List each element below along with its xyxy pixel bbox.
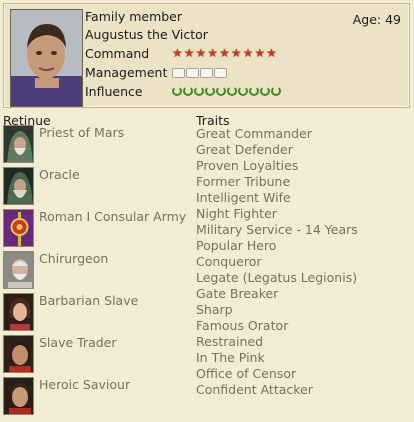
influence-laurel-icon	[271, 86, 281, 96]
influence-laurel-icon	[183, 86, 193, 96]
slave-portrait-icon[interactable]	[3, 293, 34, 331]
retinue-item-label: Priest of Mars	[39, 125, 125, 140]
retinue-item[interactable]: Roman I Consular Army	[3, 209, 193, 247]
influence-laurel-icon	[249, 86, 259, 96]
retinue-item-label: Oracle	[39, 167, 80, 182]
retinue-item[interactable]: Heroic Saviour	[3, 377, 193, 415]
trait-item[interactable]: Office of Censor	[196, 366, 296, 381]
management-scroll-icon	[172, 68, 185, 78]
trait-item[interactable]: Popular Hero	[196, 238, 276, 253]
command-star-icon: ★	[230, 46, 242, 60]
priest-portrait-icon[interactable]	[3, 125, 34, 163]
trait-item[interactable]: Intelligent Wife	[196, 190, 291, 205]
influence-laurel-icon	[227, 86, 237, 96]
trait-item[interactable]: Former Tribune	[196, 174, 290, 189]
trait-item[interactable]: Confident Attacker	[196, 382, 313, 397]
influence-laurels	[172, 86, 281, 96]
command-star-icon: ★	[207, 46, 219, 60]
command-stars: ★ ★ ★ ★ ★ ★ ★ ★ ★	[172, 47, 277, 59]
trait-item[interactable]: Legate (Legatus Legionis)	[196, 270, 357, 285]
character-header-panel: Family member Age: 49 Augustus the Victo…	[3, 3, 410, 108]
character-role: Family member	[85, 9, 183, 24]
command-star-icon: ★	[183, 46, 195, 60]
command-star-icon: ★	[242, 46, 254, 60]
trait-item[interactable]: In The Pink	[196, 350, 265, 365]
management-scroll-icon	[186, 68, 199, 78]
command-star-icon: ★	[195, 46, 207, 60]
trait-item[interactable]: Night Fighter	[196, 206, 277, 221]
age-label: Age:	[352, 12, 382, 27]
command-label: Command	[85, 46, 150, 61]
trait-item[interactable]: Conqueror	[196, 254, 262, 269]
influence-laurel-icon	[194, 86, 204, 96]
trait-item[interactable]: Gate Breaker	[196, 286, 278, 301]
trait-item[interactable]: Military Service - 14 Years	[196, 222, 358, 237]
character-portrait-icon	[11, 10, 82, 106]
retinue-item[interactable]: Oracle	[3, 167, 193, 205]
trait-item[interactable]: Famous Orator	[196, 318, 288, 333]
trait-item[interactable]: Sharp	[196, 302, 233, 317]
age-value: 49	[385, 12, 401, 27]
command-star-icon: ★	[254, 46, 266, 60]
retinue-item[interactable]: Slave Trader	[3, 335, 193, 373]
retinue-item[interactable]: Chirurgeon	[3, 251, 193, 289]
chirurgeon-portrait-icon[interactable]	[3, 251, 34, 289]
command-star-icon: ★	[219, 46, 230, 60]
army-standard-icon[interactable]	[3, 209, 34, 247]
influence-label: Influence	[85, 84, 143, 99]
influence-laurel-icon	[238, 86, 248, 96]
trait-item[interactable]: Proven Loyalties	[196, 158, 298, 173]
influence-laurel-icon	[260, 86, 270, 96]
management-scroll-icon	[200, 68, 213, 78]
trait-item[interactable]: Great Commander	[196, 126, 312, 141]
retinue-item-label: Slave Trader	[39, 335, 117, 350]
retinue-item[interactable]: Priest of Mars	[3, 125, 193, 163]
influence-laurel-icon	[172, 86, 182, 96]
retinue-item-label: Barbarian Slave	[39, 293, 139, 308]
trait-item[interactable]: Great Defender	[196, 142, 293, 157]
management-label: Management	[85, 65, 168, 80]
retinue-item-label: Chirurgeon	[39, 251, 109, 266]
age-display: Age: 49	[353, 12, 401, 27]
character-portrait	[10, 9, 83, 107]
retinue-item-label: Heroic Saviour	[39, 377, 131, 392]
saviour-portrait-icon[interactable]	[3, 377, 34, 415]
trait-item[interactable]: Restrained	[196, 334, 263, 349]
retinue-item[interactable]: Barbarian Slave	[3, 293, 193, 331]
character-name: Augustus the Victor	[85, 27, 208, 42]
oracle-portrait-icon[interactable]	[3, 167, 34, 205]
trader-portrait-icon[interactable]	[3, 335, 34, 373]
management-scrolls	[172, 66, 227, 78]
management-scroll-icon	[214, 68, 227, 78]
command-star-icon: ★	[266, 46, 277, 60]
retinue-item-label: Roman I Consular Army	[39, 209, 187, 224]
influence-laurel-icon	[216, 86, 226, 96]
influence-laurel-icon	[205, 86, 215, 96]
command-star-icon: ★	[172, 46, 183, 60]
